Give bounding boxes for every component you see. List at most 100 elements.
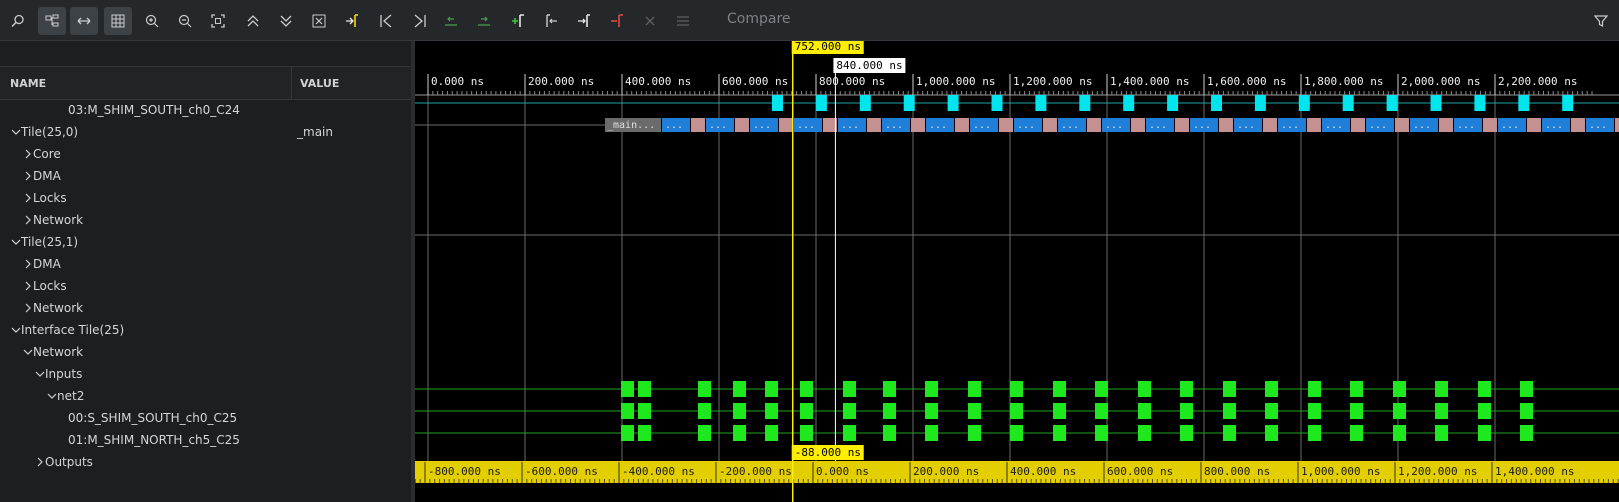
zoom-out-button[interactable]	[171, 7, 199, 35]
zoom-in-button[interactable]	[138, 7, 166, 35]
bus-label: ...	[1017, 120, 1035, 131]
clear-button[interactable]	[305, 7, 333, 35]
tree-row[interactable]: Interface Tile(25)	[0, 320, 411, 342]
tree-row[interactable]: 01:M_SHIM_NORTH_ch5_C25	[0, 430, 411, 452]
signal-pulse	[698, 425, 711, 441]
signal-pulse	[1435, 425, 1448, 441]
add-cursor-icon	[512, 14, 524, 27]
add-marker-button[interactable]	[338, 7, 366, 35]
delta-axis-label: 0.000 ns	[816, 465, 869, 478]
signal-pulse	[800, 381, 813, 397]
signal-pulse	[1393, 381, 1406, 397]
go-first-icon	[380, 14, 392, 28]
signal-pulse	[698, 403, 711, 419]
signal-pulse	[1478, 425, 1491, 441]
signal-pulse	[1211, 95, 1222, 111]
tree-row[interactable]: Tile(25,1)	[0, 232, 411, 254]
toolbar: Compare	[0, 0, 1619, 41]
tree-row[interactable]: 00:S_SHIM_SOUTH_ch0_C25	[0, 408, 411, 430]
prev-cursor-button[interactable]	[537, 7, 565, 35]
zoom-in-icon	[145, 14, 159, 28]
zoom-fit-icon	[211, 14, 225, 28]
tree-row[interactable]: Network	[0, 342, 411, 364]
bus-segment	[1439, 118, 1453, 132]
tree-row[interactable]: 03:M_SHIM_SOUTH_ch0_C24	[0, 100, 411, 122]
remove-cursor-icon	[611, 14, 623, 27]
next-edge-icon	[478, 16, 490, 26]
tree-row[interactable]: Tile(25,0) _main	[0, 122, 411, 144]
next-cursor-button[interactable]	[570, 7, 598, 35]
tree-row[interactable]: Network	[0, 210, 411, 232]
remove-cursor-button[interactable]	[603, 7, 631, 35]
fit-width-button[interactable]	[70, 7, 98, 35]
tree-row[interactable]: Network	[0, 298, 411, 320]
tree-row[interactable]: Locks	[0, 188, 411, 210]
bus-label: ...	[973, 120, 991, 131]
tree-row-label: Locks	[33, 279, 67, 293]
hover-cursor-label: 840.000 ns	[836, 59, 902, 72]
zoom-fit-button[interactable]	[204, 7, 232, 35]
delta-axis-label: -800.000 ns	[428, 465, 501, 478]
signal-pulse	[947, 95, 959, 111]
collapse-all-button[interactable]	[239, 7, 267, 35]
tree-row-label: Network	[33, 213, 84, 227]
tree-row[interactable]: net2	[0, 386, 411, 408]
name-column-header[interactable]: NAME	[10, 77, 46, 90]
expand-all-button[interactable]	[272, 7, 300, 35]
tree-row[interactable]: Outputs	[0, 452, 411, 474]
signal-pulse	[1265, 403, 1278, 419]
tree-row[interactable]: DMA	[0, 254, 411, 276]
filter-icon[interactable]	[1587, 7, 1615, 35]
signal-pulse	[1393, 403, 1406, 419]
signal-pulse	[1010, 425, 1023, 441]
signal-pulse	[883, 403, 896, 419]
prev-edge-icon	[445, 16, 457, 26]
hierarchy-button[interactable]	[38, 7, 66, 35]
signal-pulse	[1298, 95, 1310, 111]
bus-label: ...	[753, 120, 771, 131]
tree-row[interactable]: DMA	[0, 166, 411, 188]
tree-row-label: Locks	[33, 191, 67, 205]
tree-row-label: Tile(25,1)	[21, 235, 79, 249]
bus-segment	[955, 118, 969, 132]
signal-pulse	[733, 403, 746, 419]
tree-row[interactable]: Inputs	[0, 364, 411, 386]
go-first-button[interactable]	[372, 7, 400, 35]
signal-pulse	[1180, 403, 1193, 419]
signal-pulse	[698, 381, 711, 397]
signal-pulse	[1053, 403, 1066, 419]
value-column-header[interactable]: VALUE	[300, 77, 339, 90]
go-last-button[interactable]	[406, 7, 434, 35]
bus-segment	[1263, 118, 1277, 132]
bus-segment	[1087, 118, 1101, 132]
bus-segment	[911, 118, 925, 132]
search-button[interactable]	[4, 7, 32, 35]
compare-button[interactable]: Compare	[727, 11, 791, 27]
column-divider[interactable]	[291, 67, 292, 99]
signal-pulse	[883, 425, 896, 441]
bus-segment	[1351, 118, 1365, 132]
close-button[interactable]	[636, 7, 664, 35]
signal-pulse	[843, 381, 856, 397]
time-axis-label: 2,000.000 ns	[1401, 75, 1480, 88]
bus-segment	[1395, 118, 1409, 132]
bus-label: ...	[1281, 120, 1299, 131]
signal-pulse	[621, 425, 634, 441]
expand-all-icon	[280, 15, 292, 27]
time-axis-label: 1,000.000 ns	[916, 75, 995, 88]
signal-pulse	[1053, 425, 1066, 441]
next-edge-button[interactable]	[470, 7, 498, 35]
tree-row[interactable]: Locks	[0, 276, 411, 298]
grid-button[interactable]	[104, 7, 132, 35]
signal-pulse	[765, 403, 778, 419]
tree-row[interactable]: Core	[0, 144, 411, 166]
menu-button[interactable]	[669, 7, 697, 35]
waveform-view[interactable]: 0.000 ns 200.000 ns 400.000 ns 600.000 ns 80…	[415, 41, 1619, 502]
time-axis-label: 1,800.000 ns	[1304, 75, 1383, 88]
add-cursor-button[interactable]	[504, 7, 532, 35]
delta-axis-label: 1,400.000 ns	[1495, 465, 1574, 478]
signal-pulse	[1478, 403, 1491, 419]
signal-pulse	[1308, 425, 1321, 441]
prev-edge-button[interactable]	[437, 7, 465, 35]
bus-label: ...	[665, 120, 683, 131]
